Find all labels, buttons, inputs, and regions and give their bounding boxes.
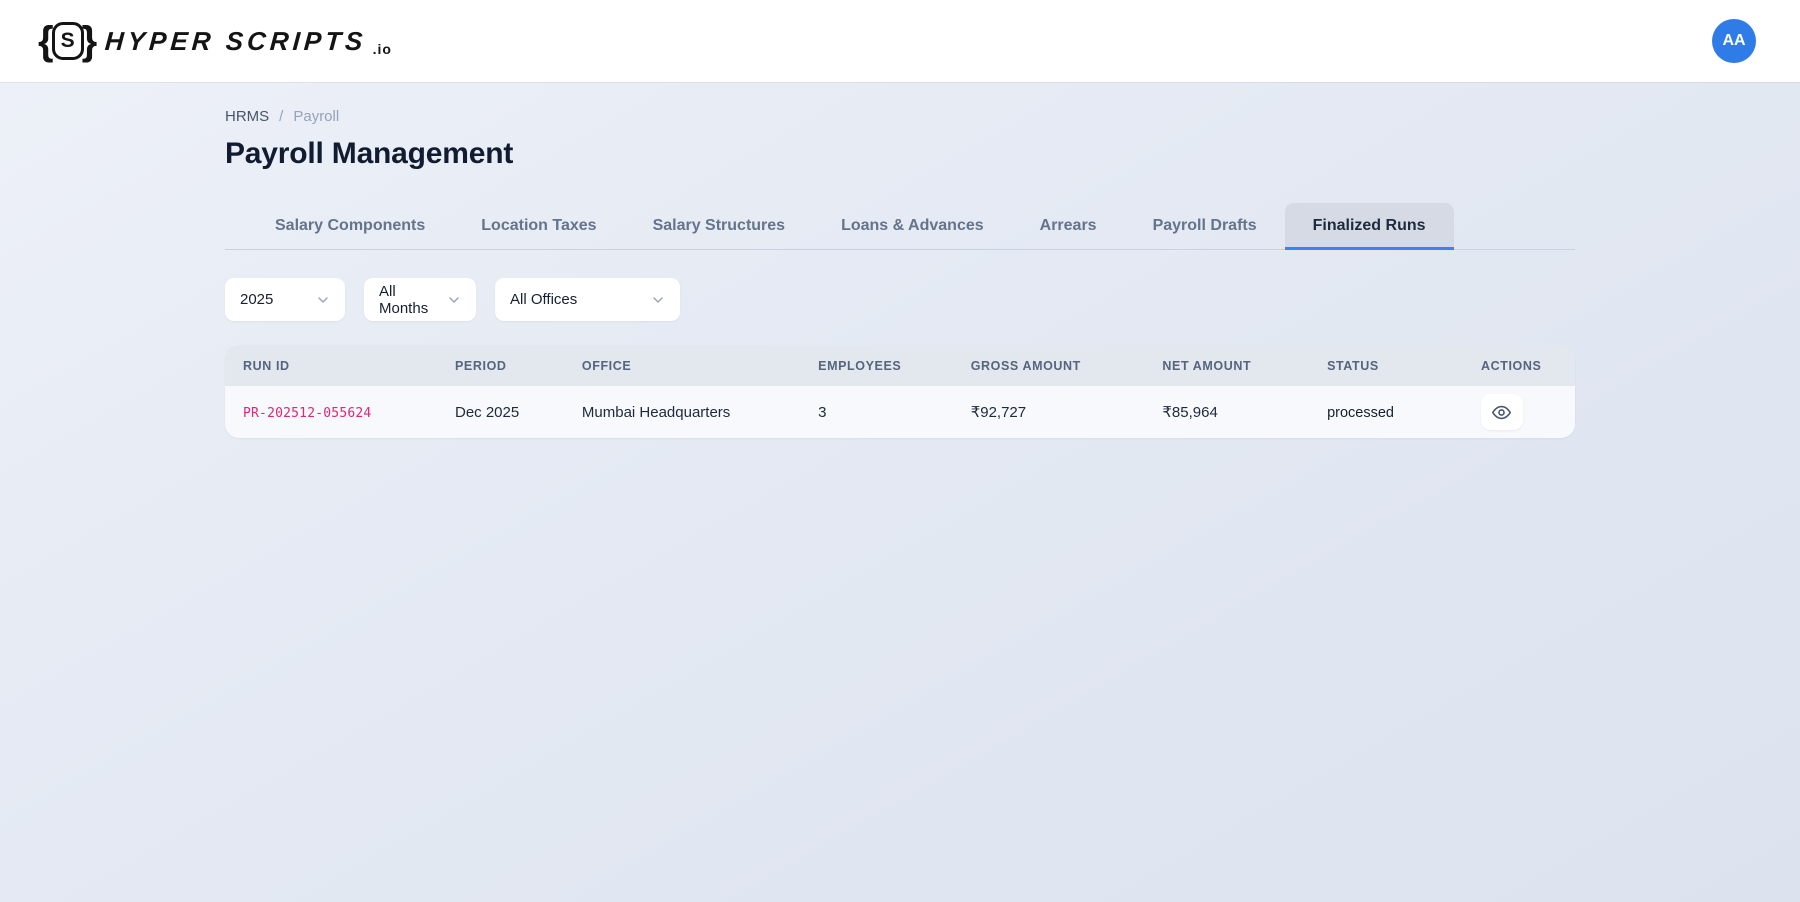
view-run-button[interactable] — [1480, 394, 1523, 430]
page-title: Payroll Management — [225, 137, 514, 170]
breadcrumb-hrms[interactable]: HRMS — [225, 108, 269, 125]
logo-text: HYPER SCRIPTS — [104, 25, 368, 56]
tab-location-taxes[interactable]: Location Taxes — [453, 203, 624, 250]
filter-row: 2025 All Months All Offices — [225, 278, 1575, 321]
run-id-value: PR-202512-055624 — [243, 405, 372, 421]
breadcrumb-payroll: Payroll — [293, 108, 340, 125]
gross-amount-value: ₹92,727 — [970, 404, 1027, 421]
net-amount-value: ₹85,964 — [1162, 404, 1218, 421]
table-row: PR-202512-055624 Dec 2025 Mumbai Headqua… — [225, 386, 1575, 438]
eye-icon — [1492, 405, 1512, 419]
tab-salary-structures[interactable]: Salary Structures — [625, 203, 814, 250]
finalized-runs-table: Run ID Period Office Employees Gross Amo… — [225, 345, 1575, 438]
office-value: Mumbai Headquarters — [581, 403, 731, 421]
column-header-status: Status — [1327, 358, 1379, 373]
employees-value: 3 — [818, 403, 827, 421]
tab-finalized-runs[interactable]: Finalized Runs — [1284, 203, 1454, 250]
chevron-down-icon — [449, 296, 459, 303]
table-header-row: Run ID Period Office Employees Gross Amo… — [225, 345, 1575, 386]
chevron-down-icon — [318, 296, 328, 303]
column-header-period: Period — [455, 358, 507, 373]
column-header-office: Office — [581, 358, 632, 373]
tab-bar: Salary Components Location Taxes Salary … — [225, 203, 1575, 250]
status-value: processed — [1327, 404, 1394, 421]
app-logo[interactable]: { S } HYPER SCRIPTS .io — [38, 19, 392, 63]
year-select[interactable]: 2025 — [225, 278, 345, 321]
finalized-runs-table-card: Run ID Period Office Employees Gross Amo… — [225, 345, 1575, 438]
column-header-gross-amount: Gross Amount — [970, 358, 1081, 373]
logo-s-badge: S — [51, 22, 84, 60]
month-select[interactable]: All Months — [364, 278, 476, 321]
main-content: HRMS / Payroll Payroll Management Salary… — [225, 82, 1575, 438]
top-bar: { S } HYPER SCRIPTS .io AA — [0, 0, 1800, 82]
breadcrumb-separator: / — [279, 108, 284, 125]
column-header-employees: Employees — [818, 358, 902, 373]
year-select-value: 2025 — [240, 291, 274, 308]
month-select-value: All Months — [379, 282, 429, 317]
tab-salary-components[interactable]: Salary Components — [247, 203, 453, 250]
office-select[interactable]: All Offices — [495, 278, 680, 321]
logo-suffix: .io — [372, 41, 392, 57]
tab-arrears[interactable]: Arrears — [1012, 203, 1125, 250]
chevron-down-icon — [653, 296, 663, 303]
column-header-actions: Actions — [1480, 358, 1542, 373]
breadcrumb: HRMS / Payroll — [225, 108, 1575, 125]
column-header-run-id: Run ID — [243, 358, 290, 373]
tab-loans-advances[interactable]: Loans & Advances — [813, 203, 1012, 250]
column-header-net-amount: Net Amount — [1162, 358, 1252, 373]
logo-mark-icon: { S } — [38, 19, 98, 63]
office-select-value: All Offices — [510, 291, 578, 308]
tab-payroll-drafts[interactable]: Payroll Drafts — [1125, 203, 1285, 250]
logo-brace-right: } — [81, 19, 98, 63]
avatar[interactable]: AA — [1712, 19, 1756, 63]
period-value: Dec 2025 — [455, 403, 520, 421]
